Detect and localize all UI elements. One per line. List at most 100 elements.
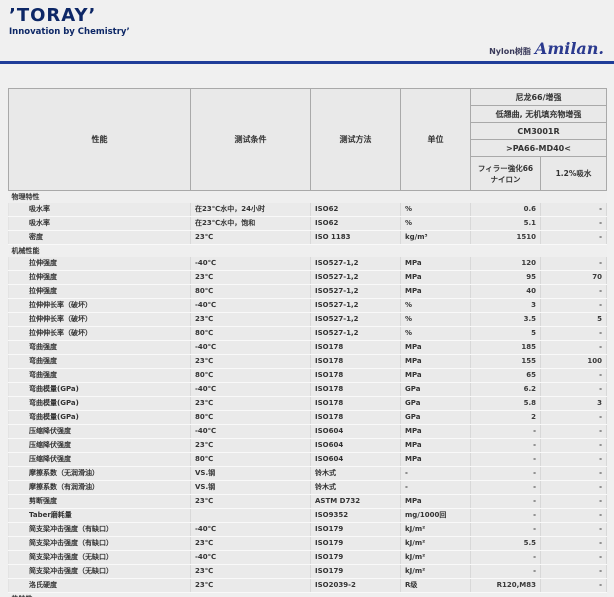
table-row: 压缩降伏强度80℃ISO604MPa-- [9,453,607,467]
table-row: 摩擦系数（有润滑油）VS.钢铃木式--- [9,481,607,495]
value-cell-1: - [471,453,541,467]
table-row: 弯曲模量(GPa)-40℃ISO178GPa6.2- [9,383,607,397]
page-header: ’TORAY’ Innovation by Chemistry’ Nylon树脂… [0,0,614,88]
value-cell-1: - [471,509,541,523]
table-row: 剪断强度23℃ASTM D732MPa-- [9,495,607,509]
unit-cell: GPa [401,397,471,411]
unit-cell: kJ/m² [401,565,471,579]
unit-cell: mg/1000回 [401,509,471,523]
condition-cell: 23℃ [191,231,311,245]
method-cell: ISO9352 [311,509,401,523]
table-row: 简支梁冲击强度（无缺口）23℃ISO179kJ/m²-- [9,565,607,579]
table-row: 吸水率在23℃水中，24小时ISO62%0.6- [9,203,607,217]
property-cell: 洛氏硬度 [9,579,191,593]
value-cell-2: - [541,383,607,397]
property-cell: 弯曲模量(GPa) [9,383,191,397]
unit-cell: MPa [401,439,471,453]
table-row: 密度23℃ISO 1183kg/m³1510- [9,231,607,245]
section-row: 物理特性 [9,191,607,204]
table-body: 物理特性吸水率在23℃水中，24小时ISO62%0.6-吸水率在23℃水中，饱和… [9,191,607,597]
table-row: 简支梁冲击强度（有缺口）-40℃ISO179kJ/m²-- [9,523,607,537]
value-cell-2: 5 [541,313,607,327]
property-cell: 拉伸伸长率（破坏） [9,327,191,341]
value-cell-1: - [471,523,541,537]
property-cell: 拉伸伸长率（破坏） [9,299,191,313]
condition-cell: 23℃ [191,313,311,327]
value-cell-1: - [471,425,541,439]
property-cell: 摩擦系数（有润滑油） [9,481,191,495]
table-row: 摩擦系数（无润滑油）VS.钢铃木式--- [9,467,607,481]
property-cell: 拉伸强度 [9,271,191,285]
property-cell: 弯曲模量(GPa) [9,411,191,425]
table-row: 吸水率在23℃水中，饱和ISO62%5.1- [9,217,607,231]
table-row: 拉伸伸长率（破坏）23℃ISO527-1,2%3.55 [9,313,607,327]
value-cell-2: - [541,551,607,565]
method-cell: ISO179 [311,551,401,565]
product-grade: CM3001R [471,123,607,140]
unit-cell: GPa [401,383,471,397]
method-cell: ISO527-1,2 [311,313,401,327]
value-cell-2: - [541,565,607,579]
condition-cell: 80℃ [191,453,311,467]
method-cell: ISO527-1,2 [311,327,401,341]
toray-tagline: Innovation by Chemistry’ [9,27,130,37]
condition-cell: VS.钢 [191,481,311,495]
value-cell-2: - [541,523,607,537]
properties-table-wrap: 性能 测试条件 测试方法 单位 尼龙66/增强 低翘曲, 无机填充物增强 CM3… [8,88,606,597]
value-cell-2: - [541,217,607,231]
value-cell-2: - [541,341,607,355]
section-label: 机械性能 [9,245,607,258]
property-cell: 简支梁冲击强度（无缺口） [9,565,191,579]
unit-cell: MPa [401,355,471,369]
unit-cell: % [401,217,471,231]
unit-cell: % [401,299,471,313]
value-cell-1: - [471,551,541,565]
table-row: 压缩降伏强度-40℃ISO604MPa-- [9,425,607,439]
table-row: 弯曲强度-40℃ISO178MPa185- [9,341,607,355]
method-cell: ISO179 [311,565,401,579]
value-cell-2: - [541,231,607,245]
condition-cell: VS.钢 [191,467,311,481]
property-cell: 压缩降伏强度 [9,439,191,453]
value-cell-2: - [541,327,607,341]
method-cell: ISO527-1,2 [311,285,401,299]
table-row: 弯曲强度23℃ISO178MPa155100 [9,355,607,369]
condition-cell: 23℃ [191,355,311,369]
method-cell: ISO178 [311,355,401,369]
value-cell-2: - [541,425,607,439]
table-row: 拉伸伸长率（破坏）-40℃ISO527-1,2%3- [9,299,607,313]
value-cell-1: 5.8 [471,397,541,411]
properties-table: 性能 测试条件 测试方法 单位 尼龙66/增强 低翘曲, 无机填充物增强 CM3… [8,88,607,597]
property-cell: 弯曲强度 [9,341,191,355]
method-cell: ISO178 [311,383,401,397]
value-cell-2: - [541,509,607,523]
condition-cell: -40℃ [191,523,311,537]
method-cell: ISO527-1,2 [311,299,401,313]
method-cell: ASTM D732 [311,495,401,509]
condition-cell: 23℃ [191,565,311,579]
condition-cell: 23℃ [191,271,311,285]
table-row: 拉伸强度-40℃ISO527-1,2MPa120- [9,257,607,271]
method-cell: ISO179 [311,523,401,537]
unit-cell: % [401,203,471,217]
condition-cell: 在23℃水中，饱和 [191,217,311,231]
method-cell: ISO2039-2 [311,579,401,593]
value-cell-1: 2 [471,411,541,425]
condition-cell: -40℃ [191,425,311,439]
condition-cell: 23℃ [191,537,311,551]
value-cell-2: - [541,453,607,467]
property-cell: 吸水率 [9,217,191,231]
toray-logo: ’TORAY’ Innovation by Chemistry’ [9,6,130,37]
unit-cell: kJ/m² [401,523,471,537]
unit-cell: MPa [401,369,471,383]
method-cell: ISO527-1,2 [311,257,401,271]
unit-cell: MPa [401,341,471,355]
property-cell: 吸水率 [9,203,191,217]
unit-cell: kJ/m² [401,551,471,565]
table-row: 压缩降伏强度23℃ISO604MPa-- [9,439,607,453]
value-cell-1: - [471,495,541,509]
table-header: 性能 测试条件 测试方法 单位 尼龙66/增强 低翘曲, 无机填充物增强 CM3… [9,89,607,191]
method-cell: ISO 1183 [311,231,401,245]
table-row: 弯曲模量(GPa)23℃ISO178GPa5.83 [9,397,607,411]
value-col1-header: フィラー強化66 ナイロン [471,157,541,191]
